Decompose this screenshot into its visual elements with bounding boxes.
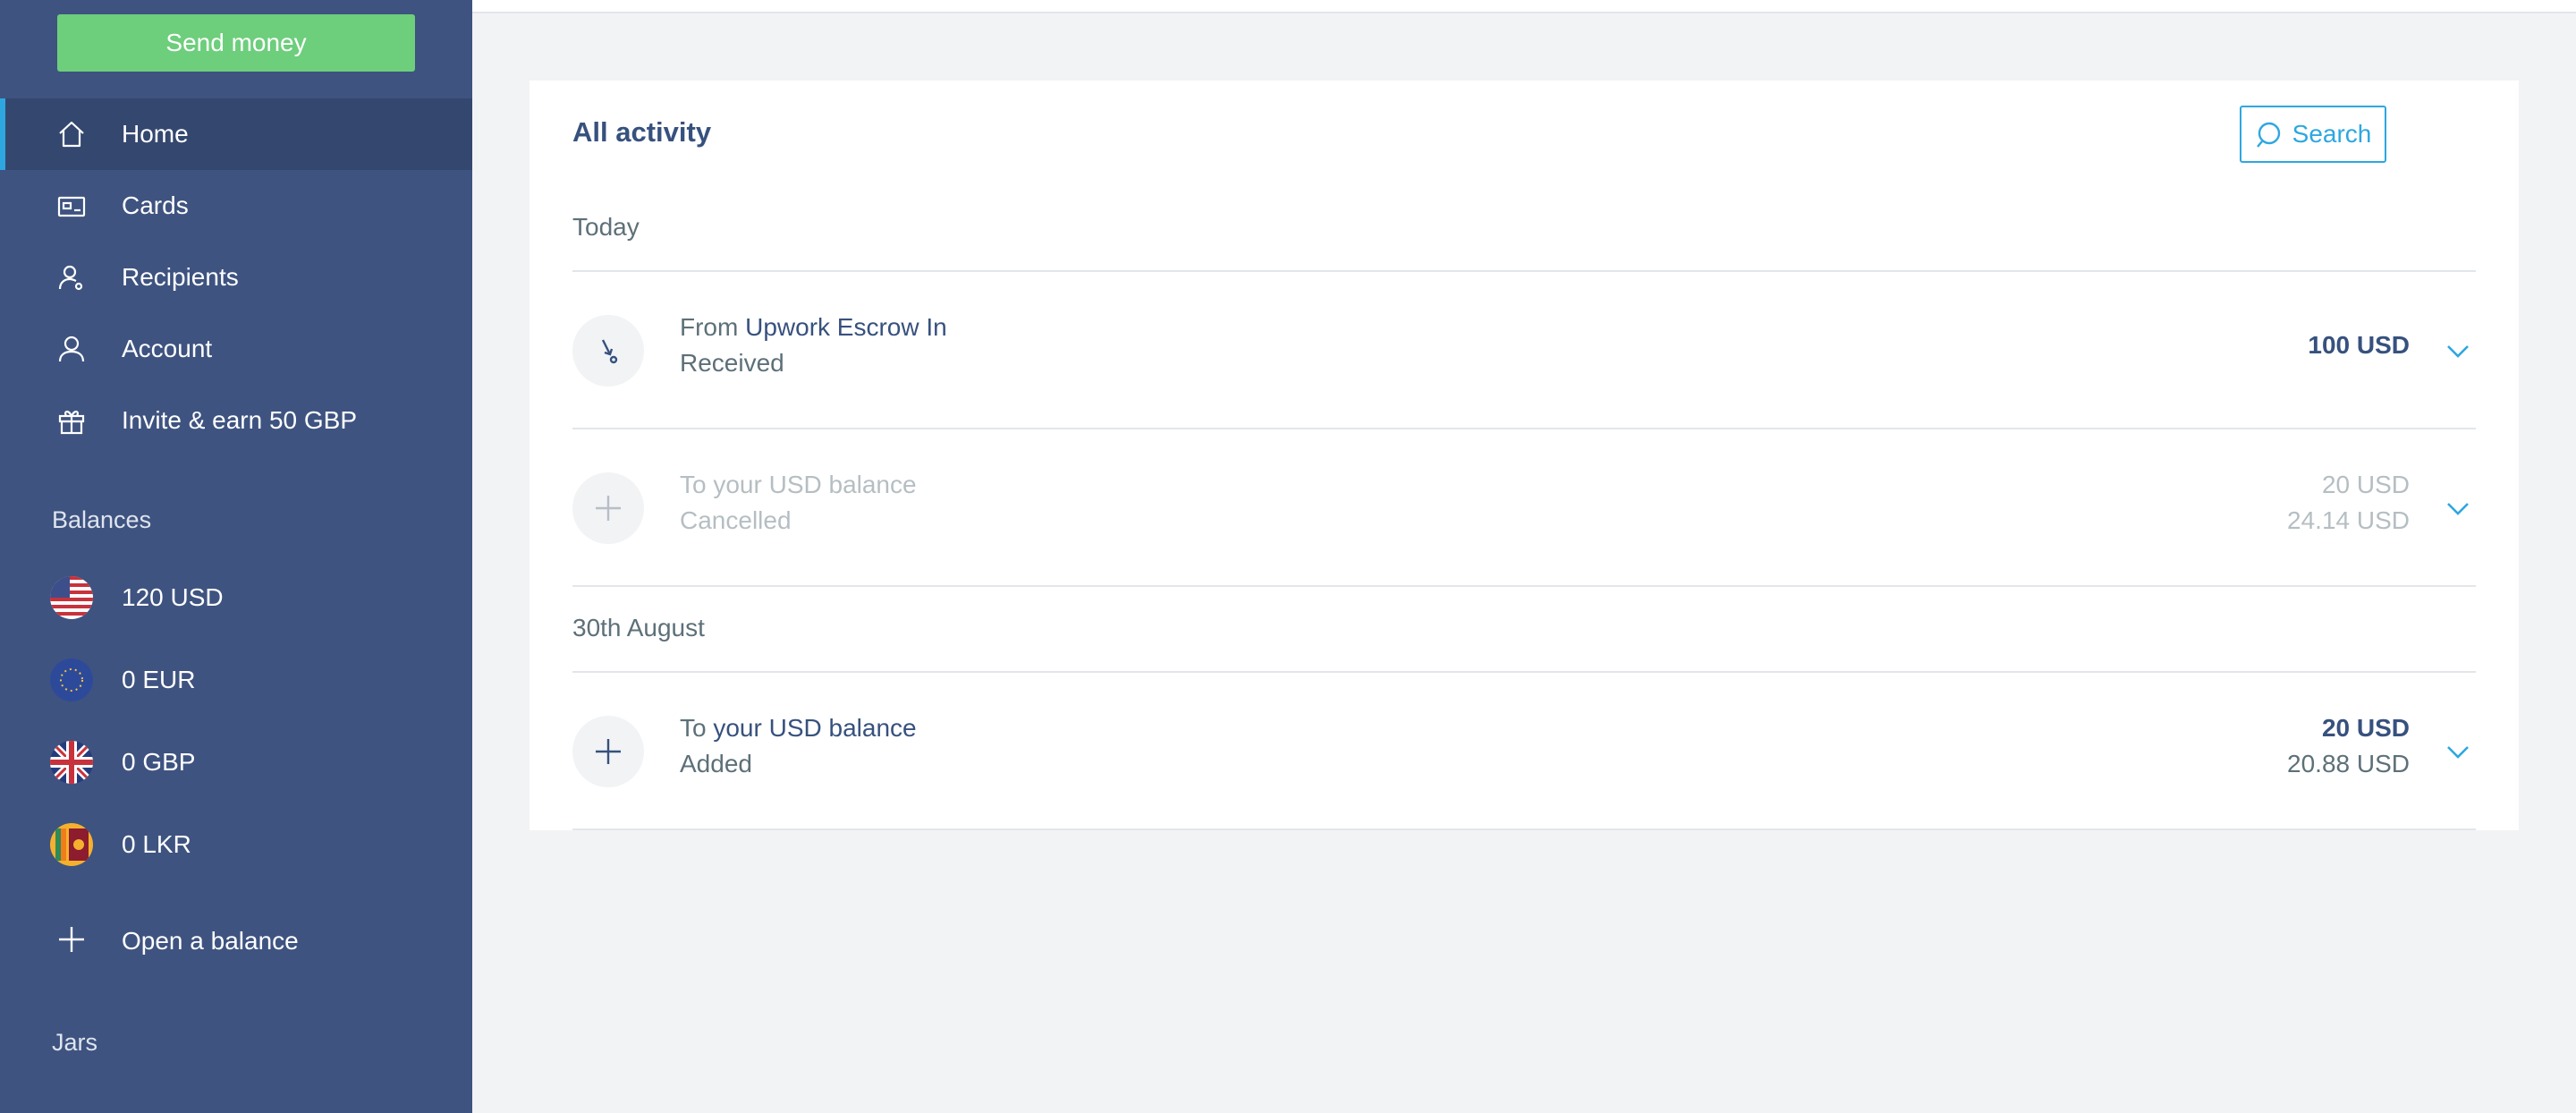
sidebar-item-label: Invite & earn 50 GBP — [122, 406, 358, 434]
page-title: All activity — [572, 116, 712, 148]
card-icon — [52, 191, 91, 220]
open-balance-button[interactable]: Open a balance — [0, 905, 472, 977]
activity-prefix: From — [680, 313, 746, 341]
activity-name: Upwork Escrow In — [745, 313, 947, 341]
divider — [572, 828, 2476, 830]
activity-prefix: To — [680, 714, 714, 742]
date-heading: Today — [572, 213, 640, 241]
activity-card: All activity Search Today From Upwork Es… — [530, 81, 2519, 830]
lk-flag-icon — [50, 823, 93, 866]
activity-title: To your USD balance — [680, 714, 917, 743]
balance-label: 0 GBP — [122, 748, 196, 776]
chevron-down-icon[interactable] — [2440, 333, 2476, 369]
activity-amount-secondary: 20.88 USD — [2287, 750, 2410, 777]
sidebar-item-label: Home — [122, 120, 189, 148]
activity-amount-secondary: 24.14 USD — [2287, 506, 2410, 534]
us-flag-icon — [50, 576, 93, 619]
activity-name: your USD balance — [713, 714, 917, 742]
activity-prefix: To your USD balance — [680, 471, 917, 498]
home-icon — [52, 120, 91, 149]
chevron-down-icon[interactable] — [2440, 734, 2476, 769]
sidebar: Send money Home Cards Recipients Account… — [0, 0, 472, 1113]
receive-icon — [572, 315, 644, 387]
activity-status: Cancelled — [680, 506, 792, 534]
activity-amount: 100 USD — [2308, 331, 2410, 359]
activity-row[interactable]: From Upwork Escrow In Received 100 USD — [572, 272, 2476, 429]
eu-flag-icon — [50, 658, 93, 701]
jars-heading: Jars — [52, 1029, 98, 1056]
app: Send money Home Cards Recipients Account… — [0, 0, 2576, 1113]
balances-heading: Balances — [52, 506, 152, 533]
balance-item-usd[interactable]: 120 USD — [0, 562, 472, 633]
search-label: Search — [2292, 120, 2372, 148]
divider — [572, 585, 2476, 587]
sidebar-item-invite[interactable]: Invite & earn 50 GBP — [0, 385, 472, 456]
balance-label: 120 USD — [122, 583, 224, 611]
sidebar-nav: Home Cards Recipients Account Invite & e… — [0, 98, 472, 456]
account-icon — [52, 335, 91, 363]
send-money-button[interactable]: Send money — [57, 14, 415, 72]
chevron-down-icon[interactable] — [2440, 490, 2476, 526]
uk-flag-icon — [50, 741, 93, 784]
top-bar — [472, 0, 2576, 13]
activity-row[interactable]: To your USD balance Added 20 USD 20.88 U… — [572, 673, 2476, 830]
balance-item-lkr[interactable]: 0 LKR — [0, 809, 472, 880]
sidebar-item-home[interactable]: Home — [0, 98, 472, 170]
sidebar-item-recipients[interactable]: Recipients — [0, 242, 472, 313]
sidebar-item-label: Cards — [122, 191, 189, 219]
activity-amount: 20 USD — [2321, 471, 2410, 498]
activity-status: Added — [680, 750, 752, 777]
date-heading: 30th August — [572, 614, 705, 641]
gift-icon — [52, 406, 91, 435]
balance-label: 0 EUR — [122, 666, 196, 693]
recipients-icon — [52, 263, 91, 292]
search-icon — [2255, 119, 2285, 149]
balance-item-eur[interactable]: 0 EUR — [0, 644, 472, 716]
activity-status: Received — [680, 349, 784, 377]
plus-icon — [572, 472, 644, 544]
sidebar-item-label: Account — [122, 335, 213, 362]
sidebar-item-label: Recipients — [122, 263, 239, 291]
plus-icon — [52, 925, 91, 954]
activity-row[interactable]: To your USD balance Cancelled 20 USD 24.… — [572, 429, 2476, 587]
activity-amount: 20 USD — [2321, 714, 2410, 742]
balance-label: 0 LKR — [122, 830, 191, 858]
activity-title: To your USD balance — [680, 471, 917, 499]
activity-title: From Upwork Escrow In — [680, 313, 947, 342]
plus-icon — [572, 716, 644, 787]
sidebar-item-account[interactable]: Account — [0, 313, 472, 385]
search-button[interactable]: Search — [2240, 106, 2386, 163]
balance-item-gbp[interactable]: 0 GBP — [0, 726, 472, 798]
sidebar-item-cards[interactable]: Cards — [0, 170, 472, 242]
open-balance-label: Open a balance — [122, 927, 299, 955]
